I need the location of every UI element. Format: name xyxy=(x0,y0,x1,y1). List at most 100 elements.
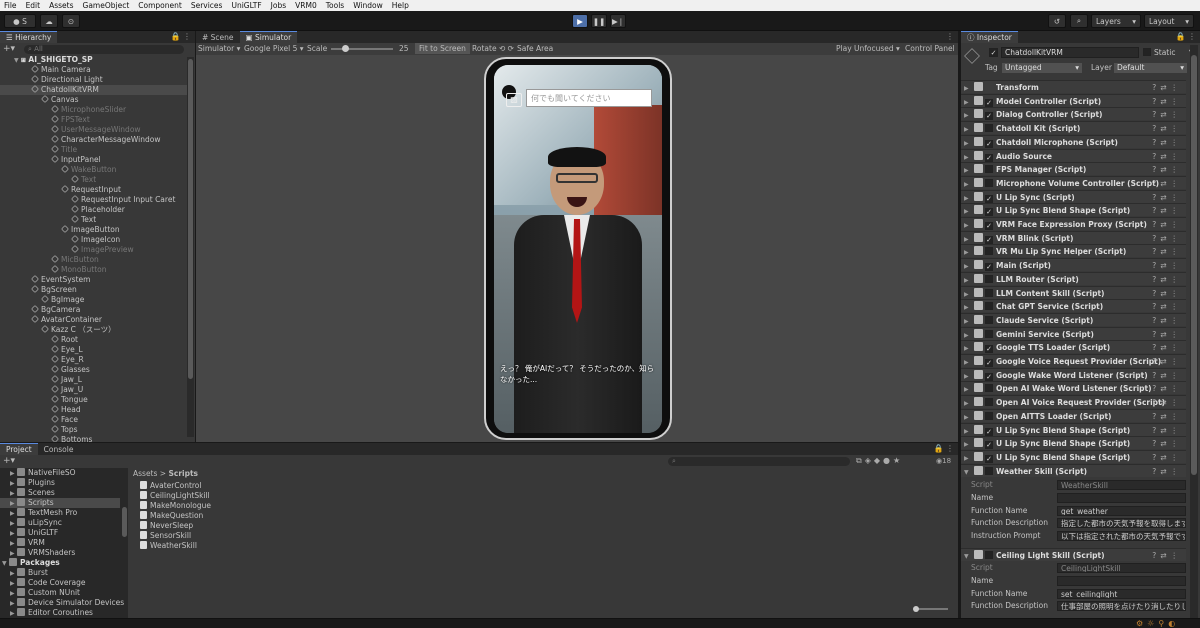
menu-item[interactable]: UniGLTF xyxy=(231,1,261,10)
hierarchy-item[interactable]: MicButton xyxy=(0,255,187,265)
panel-menu-icon[interactable]: 🔒 ⋮ xyxy=(933,444,954,453)
tab-hierarchy[interactable]: ☰ Hierarchy xyxy=(0,31,58,43)
folder-item[interactable]: ▶ Plugins xyxy=(0,478,120,488)
hierarchy-item[interactable]: Placeholder xyxy=(0,205,187,215)
property-value-field[interactable] xyxy=(1057,575,1186,586)
icon-size-slider[interactable] xyxy=(913,606,948,612)
hierarchy-item[interactable]: Eye_R xyxy=(0,355,187,365)
component-header[interactable]: ▶ Open AI Voice Request Provider (Script)… xyxy=(961,395,1186,409)
scrollbar[interactable] xyxy=(122,507,127,537)
property-value-field[interactable]: 以下は指定された都市の天気予報です。あ xyxy=(1057,531,1186,542)
component-enabled-checkbox[interactable] xyxy=(985,551,993,559)
slider-handle[interactable] xyxy=(342,45,349,52)
hierarchy-item[interactable]: InputPanel xyxy=(0,155,187,165)
component-header[interactable]: ▶ ✓ Model Controller (Script) ?⇄⋮ xyxy=(961,93,1186,107)
hierarchy-item[interactable]: Face xyxy=(0,415,187,425)
folder-item[interactable]: ▼ Packages xyxy=(0,558,120,568)
hierarchy-item[interactable]: Title xyxy=(0,145,187,155)
component-header[interactable]: ▶ ✓ Google Voice Request Provider (Script)… xyxy=(961,354,1186,367)
hierarchy-item[interactable]: Eye_L xyxy=(0,345,187,355)
active-checkbox[interactable]: ✓ xyxy=(989,48,998,57)
component-enabled-checkbox[interactable] xyxy=(985,302,993,311)
hierarchy-item[interactable]: Glasses xyxy=(0,365,187,375)
component-menu-icon[interactable]: ?⇄⋮ xyxy=(1152,218,1182,231)
component-header[interactable]: ▶ ✓ VRM Face Expression Proxy (Script) ?⇄⋮ xyxy=(961,217,1186,230)
folder-item[interactable]: ▶ Editor Coroutines xyxy=(0,608,120,618)
property-value-field[interactable]: WeatherSkill xyxy=(1057,480,1186,490)
hierarchy-item[interactable]: RequestInput Input Caret xyxy=(0,195,187,205)
folder-item[interactable]: ▶ Code Coverage xyxy=(0,578,120,588)
tag-dropdown[interactable]: Untagged ▾ xyxy=(1002,63,1082,73)
component-header[interactable]: ▶ ✓ U Lip Sync Blend Shape (Script) ?⇄⋮ xyxy=(961,436,1186,450)
component-menu-icon[interactable]: ?⇄⋮ xyxy=(1152,410,1182,423)
menu-item[interactable]: Tools xyxy=(326,1,344,10)
hierarchy-item[interactable]: Jaw_U xyxy=(0,385,187,395)
component-header[interactable]: ▶ ✓ Audio Source ?⇄⋮ xyxy=(961,148,1186,163)
fit-to-screen-button[interactable]: Fit to Screen xyxy=(415,43,470,54)
component-menu-icon[interactable]: ?⇄⋮ xyxy=(1152,369,1182,382)
account-button[interactable]: ● S xyxy=(4,14,36,28)
component-enabled-checkbox[interactable] xyxy=(985,124,993,133)
component-enabled-checkbox[interactable]: ✓ xyxy=(985,139,993,148)
hierarchy-item[interactable]: Text xyxy=(0,215,187,225)
property-value-field[interactable]: get_weather xyxy=(1057,505,1186,516)
folder-item[interactable]: ▶ Burst xyxy=(0,568,120,578)
layout-dropdown[interactable]: Layout ▾ xyxy=(1144,14,1194,28)
script-file[interactable]: CeilingLightSkill xyxy=(140,491,210,501)
hierarchy-item[interactable]: Text xyxy=(0,175,187,185)
layers-dropdown[interactable]: Layers ▾ xyxy=(1091,14,1141,28)
image-icon[interactable]: ▨ xyxy=(506,93,522,107)
menu-item[interactable]: Window xyxy=(353,1,383,10)
folder-item[interactable]: ▶ Scripts xyxy=(0,498,120,508)
scrollbar[interactable] xyxy=(187,57,194,437)
component-menu-icon[interactable]: ?⇄⋮ xyxy=(1152,150,1182,163)
hierarchy-item[interactable]: CharacterMessageWindow xyxy=(0,135,187,145)
component-header[interactable]: ▶ ✓ Chatdoll Microphone (Script) ?⇄⋮ xyxy=(961,134,1186,148)
history-icon[interactable]: ↺ xyxy=(1048,14,1066,28)
object-name-field[interactable]: ChatdollKitVRM xyxy=(1001,47,1139,58)
scale-slider[interactable] xyxy=(331,45,393,52)
component-header[interactable]: ▶ FPS Manager (Script) ?⇄⋮ xyxy=(961,162,1186,176)
component-header[interactable]: ▼ Weather Skill (Script) ?⇄⋮ xyxy=(961,463,1186,477)
component-enabled-checkbox[interactable]: ✓ xyxy=(985,194,993,203)
hierarchy-item[interactable]: Main Camera xyxy=(0,65,187,75)
search-icon[interactable]: ⌕ xyxy=(1070,14,1088,28)
component-enabled-checkbox[interactable]: ✓ xyxy=(985,441,993,450)
component-enabled-checkbox[interactable]: ✓ xyxy=(985,345,993,354)
component-header[interactable]: ▶ ✓ U Lip Sync (Script) ?⇄⋮ xyxy=(961,189,1186,203)
component-menu-icon[interactable]: ?⇄⋮ xyxy=(1152,437,1182,450)
component-enabled-checkbox[interactable]: ✓ xyxy=(985,454,993,463)
menu-item[interactable]: Component xyxy=(138,1,182,10)
script-file[interactable]: WeatherSkill xyxy=(140,541,197,551)
filter-icons[interactable]: ⧉◈◆●★ xyxy=(856,456,903,466)
hierarchy-item[interactable]: AvatarContainer xyxy=(0,315,187,325)
component-header[interactable]: ▶ Gemini Service (Script) ?⇄⋮ xyxy=(961,326,1186,340)
component-menu-icon[interactable]: ?⇄⋮ xyxy=(1152,382,1182,395)
play-mode-dropdown[interactable]: Play Unfocused ▾ xyxy=(836,44,900,53)
component-enabled-checkbox[interactable] xyxy=(985,165,993,174)
component-header[interactable]: ▶ Open AI Wake Word Listener (Script) ?⇄⋮ xyxy=(961,381,1186,395)
menu-item[interactable]: Services xyxy=(191,1,223,10)
folder-item[interactable]: ▶ uLipSync xyxy=(0,518,120,528)
component-header[interactable]: ▶ Transform ?⇄⋮ xyxy=(961,80,1186,93)
menu-item[interactable]: Jobs xyxy=(271,1,286,10)
component-menu-icon[interactable]: ?⇄⋮ xyxy=(1152,424,1182,437)
component-enabled-checkbox[interactable] xyxy=(985,274,993,283)
component-menu-icon[interactable]: ?⇄⋮ xyxy=(1152,355,1182,368)
tab-project[interactable]: Project xyxy=(0,443,38,455)
scrollbar[interactable] xyxy=(1190,45,1198,625)
hierarchy-item[interactable]: ImageButton xyxy=(0,225,187,235)
menu-item[interactable]: File xyxy=(4,1,17,10)
hierarchy-item[interactable]: EventSystem xyxy=(0,275,187,285)
component-enabled-checkbox[interactable] xyxy=(985,178,993,187)
breadcrumb-assets[interactable]: Assets xyxy=(133,469,157,478)
script-file[interactable]: NeverSleep xyxy=(140,521,193,531)
hierarchy-item[interactable]: Canvas xyxy=(0,95,187,105)
component-menu-icon[interactable]: ?⇄⋮ xyxy=(1152,259,1182,272)
component-menu-icon[interactable]: ?⇄⋮ xyxy=(1152,177,1182,190)
pause-button[interactable]: ❚❚ xyxy=(591,14,607,28)
status-icons[interactable]: ⚙☼⚲◐ xyxy=(1136,619,1179,628)
hierarchy-item[interactable]: FPSText xyxy=(0,115,187,125)
breadcrumb-scripts[interactable]: Scripts xyxy=(168,469,198,478)
component-header[interactable]: ▶ Microphone Volume Controller (Script) ?⇄… xyxy=(961,175,1186,190)
